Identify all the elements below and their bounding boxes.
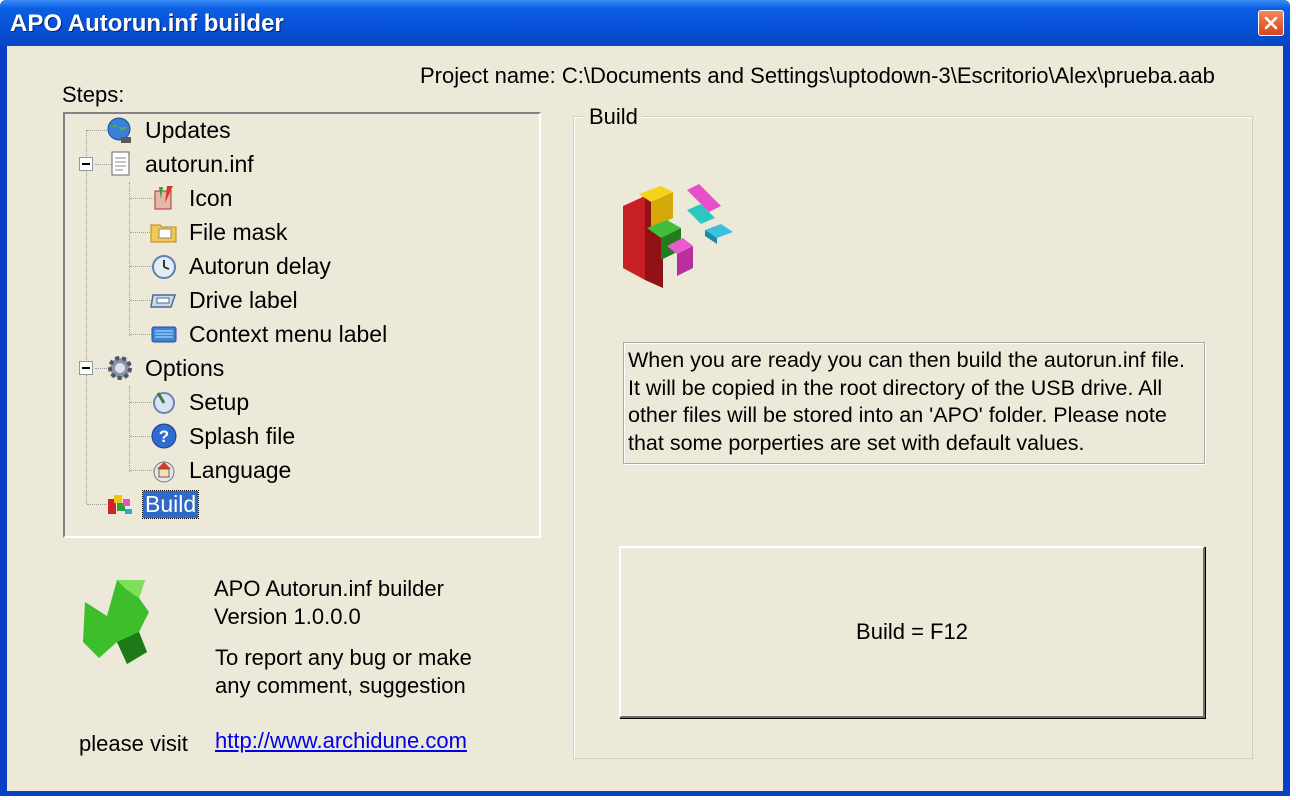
globe-update-icon xyxy=(107,117,131,143)
tree-item-autorun-inf[interactable]: autorun.inf xyxy=(105,149,256,179)
drive-icon xyxy=(150,294,177,308)
build-button[interactable]: Build = F12 xyxy=(619,546,1205,718)
tree-item-label: Options xyxy=(145,354,225,381)
collapse-autorun-toggle[interactable] xyxy=(79,157,93,171)
build-description: When you are ready you can then build th… xyxy=(623,342,1205,464)
title-bar[interactable]: APO Autorun.inf builder xyxy=(0,0,1290,46)
tree-item-updates[interactable]: Updates xyxy=(105,115,233,145)
document-icon xyxy=(111,151,130,176)
tree-item-icon[interactable]: Icon xyxy=(149,183,234,213)
steps-tree[interactable]: Updates autorun.inf Icon File mask Autor… xyxy=(63,112,541,538)
folder-icon xyxy=(150,224,177,243)
about-version: Version 1.0.0.0 xyxy=(214,604,361,629)
paint-icon xyxy=(154,186,173,210)
tree-item-language[interactable]: Language xyxy=(149,455,293,485)
tree-item-file-mask[interactable]: File mask xyxy=(149,217,289,247)
svg-text:?: ? xyxy=(159,427,169,446)
tree-item-build[interactable]: Build xyxy=(105,489,200,519)
build-blocks-icon xyxy=(623,184,733,288)
tree-item-label: Autorun delay xyxy=(189,252,331,279)
about-report-line1: To report any bug or make xyxy=(215,645,472,670)
tree-item-label: Icon xyxy=(189,184,233,211)
project-name-label: Project name: C:\Documents and Settings\… xyxy=(420,63,1215,88)
tree-item-options[interactable]: Options xyxy=(105,353,226,383)
tree-item-context-menu-label[interactable]: Context menu label xyxy=(149,319,389,349)
tree-item-label: Language xyxy=(189,456,292,483)
app-logo-icon xyxy=(83,580,149,664)
build-button-label: Build = F12 xyxy=(856,619,968,644)
tree-item-label: Updates xyxy=(145,116,231,143)
build-group-title: Build xyxy=(585,104,642,130)
tree-item-drive-label[interactable]: Drive label xyxy=(149,285,300,315)
tree-item-label: Build xyxy=(141,489,200,519)
tree-item-label: Drive label xyxy=(189,286,298,313)
client-area: Project name: C:\Documents and Settings\… xyxy=(7,46,1283,791)
clock-icon xyxy=(152,255,176,279)
help-icon: ? xyxy=(151,423,177,449)
about-app-name: APO Autorun.inf builder xyxy=(214,576,444,601)
setup-icon xyxy=(153,392,175,414)
app-window: APO Autorun.inf builder Project name: C:… xyxy=(0,0,1290,796)
window-title: APO Autorun.inf builder xyxy=(10,10,284,37)
tree-item-label: File mask xyxy=(189,218,288,245)
blocks-icon xyxy=(108,495,132,514)
close-button[interactable] xyxy=(1258,10,1284,36)
tree-item-label: Context menu label xyxy=(189,320,388,347)
tree-item-label: Splash file xyxy=(189,422,296,449)
tree-item-autorun-delay[interactable]: Autorun delay xyxy=(149,251,333,281)
tree-item-splash-file[interactable]: ? Splash file xyxy=(149,421,297,451)
home-icon xyxy=(153,461,175,483)
website-link[interactable]: http://www.archidune.com xyxy=(215,728,467,754)
tree-item-label: Setup xyxy=(189,388,250,415)
steps-label: Steps: xyxy=(62,82,125,107)
tree-item-setup[interactable]: Setup xyxy=(149,387,251,417)
gear-icon xyxy=(108,356,132,380)
keyboard-icon xyxy=(151,326,177,343)
tree-item-label: autorun.inf xyxy=(145,150,254,177)
collapse-options-toggle[interactable] xyxy=(79,361,93,375)
close-icon xyxy=(1264,16,1278,30)
please-visit-label: please visit xyxy=(79,731,188,756)
about-report-line2: any comment, suggestion xyxy=(215,673,466,698)
